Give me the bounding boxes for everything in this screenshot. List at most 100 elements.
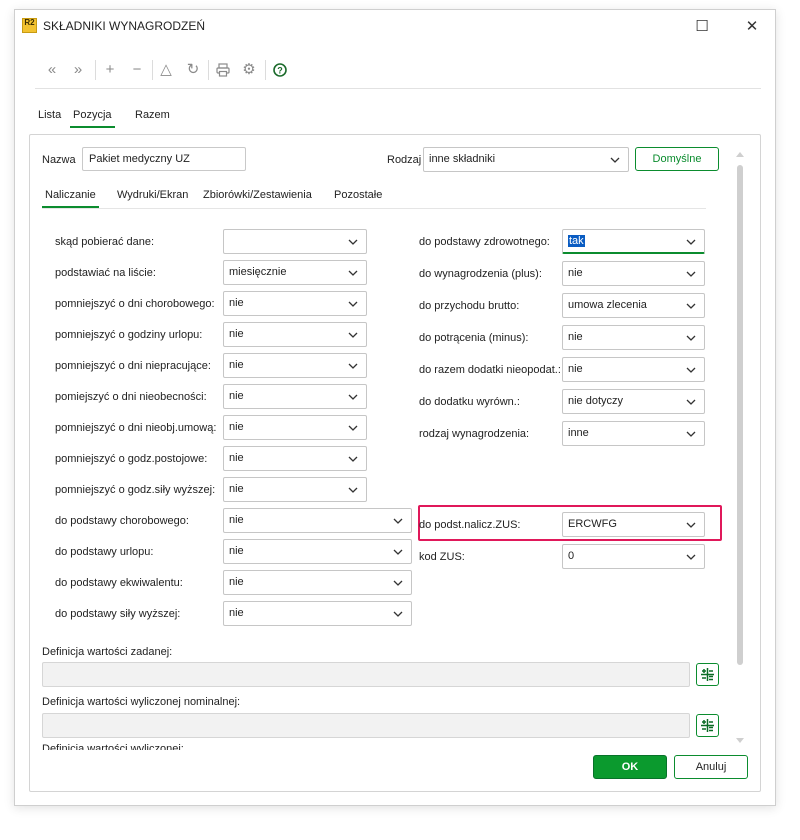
left-field-10-label: do podstawy chorobowego:	[55, 515, 189, 527]
left-field-9-select[interactable]: nie	[223, 477, 367, 502]
left-field-8-select[interactable]: nie	[223, 446, 367, 471]
left-field-4-select[interactable]: nie	[223, 322, 367, 347]
chevron-down-icon	[348, 332, 358, 338]
scrollbar[interactable]	[734, 149, 746, 747]
chevron-down-icon	[686, 431, 696, 437]
add-icon[interactable]: +	[99, 57, 121, 83]
subtab-zbiorowki[interactable]: Zbiorówki/Zestawienia	[200, 187, 315, 208]
ok-button[interactable]: OK	[593, 755, 667, 779]
window-title: SKŁADNIKI WYNAGRODZEŃ	[43, 19, 206, 33]
left-field-10-select[interactable]: nie	[223, 508, 412, 533]
right-field-7-select[interactable]: inne	[562, 421, 705, 446]
right-field-2-value: nie	[568, 267, 583, 279]
right-field-6-label: do dodatku wyrówn.:	[419, 396, 520, 408]
right-field-4-label: do potrącenia (minus):	[419, 332, 529, 344]
type-select-value: inne składniki	[429, 153, 496, 165]
left-field-6-select[interactable]: nie	[223, 384, 367, 409]
left-field-12-select[interactable]: nie	[223, 570, 412, 595]
svg-text:?: ?	[277, 66, 283, 76]
zus-field-1-select[interactable]: ERCWFG	[562, 512, 705, 537]
left-field-11-value: nie	[229, 545, 244, 557]
cancel-button[interactable]: Anuluj	[674, 755, 748, 779]
zus-field-1-label: do podst.nalicz.ZUS:	[419, 519, 521, 531]
left-field-1-label: skąd pobierać dane:	[55, 236, 155, 248]
right-field-3-select[interactable]: umowa zlecenia	[562, 293, 705, 318]
left-field-13-value: nie	[229, 607, 244, 619]
definition-nominal-label: Definicja wartości wyliczonej nominalnej…	[42, 696, 241, 708]
chevron-down-icon	[686, 399, 696, 405]
left-field-2-value: miesięcznie	[229, 266, 287, 278]
scrollbar-thumb[interactable]	[737, 165, 743, 665]
title-bar: R2 SKŁADNIKI WYNAGRODZEŃ ☐ ✕	[15, 10, 775, 44]
scroll-down-icon[interactable]	[736, 738, 744, 744]
chevron-down-icon	[686, 554, 696, 560]
toolbar-divider	[265, 60, 266, 80]
chevron-down-icon	[348, 270, 358, 276]
refresh-icon[interactable]: ↻	[182, 57, 204, 83]
chevron-down-icon	[610, 157, 620, 163]
dialog-window: R2 SKŁADNIKI WYNAGRODZEŃ ☐ ✕ « » + − △ ↻…	[14, 9, 776, 806]
warning-icon[interactable]: △	[155, 57, 177, 83]
chevron-down-icon	[686, 303, 696, 309]
definition-nominal-input[interactable]	[42, 713, 690, 738]
left-field-6-value: nie	[229, 390, 244, 402]
right-field-6-select[interactable]: nie dotyczy	[562, 389, 705, 414]
print-icon[interactable]	[212, 57, 234, 83]
right-field-4-value: nie	[568, 331, 583, 343]
left-field-13-select[interactable]: nie	[223, 601, 412, 626]
right-field-3-value: umowa zlecenia	[568, 299, 647, 311]
tab-lista[interactable]: Lista	[35, 106, 64, 128]
name-label: Nazwa	[42, 154, 76, 166]
left-field-3-select[interactable]: nie	[223, 291, 367, 316]
settings-icon[interactable]: ⚙	[238, 57, 260, 83]
defaults-button[interactable]: Domyślne	[635, 147, 719, 171]
left-field-10-value: nie	[229, 514, 244, 526]
right-field-5-select[interactable]: nie	[562, 357, 705, 382]
left-field-2-select[interactable]: miesięcznie	[223, 260, 367, 285]
zus-field-2-select[interactable]: 0	[562, 544, 705, 569]
left-field-9-value: nie	[229, 483, 244, 495]
left-field-9-label: pomniejszyć o godz.siły wyższej:	[55, 484, 216, 496]
chevron-down-icon	[393, 549, 403, 555]
close-icon[interactable]: ✕	[739, 16, 765, 38]
right-field-6-value: nie dotyczy	[568, 395, 624, 407]
left-field-5-select[interactable]: nie	[223, 353, 367, 378]
subtab-naliczanie[interactable]: Naliczanie	[42, 187, 99, 208]
right-field-7-value: inne	[568, 427, 589, 439]
subtab-wydruki[interactable]: Wydruki/Ekran	[114, 187, 191, 208]
name-field[interactable]: Pakiet medyczny UZ	[82, 147, 246, 171]
calculator-icon[interactable]	[696, 714, 719, 737]
chevron-down-icon	[348, 239, 358, 245]
remove-icon[interactable]: −	[126, 57, 148, 83]
zus-field-1-value: ERCWFG	[568, 518, 617, 530]
left-field-5-label: pomniejszyć o dni niepracujące:	[55, 360, 211, 372]
type-select[interactable]: inne składniki	[423, 147, 629, 172]
left-field-7-select[interactable]: nie	[223, 415, 367, 440]
right-field-5-value: nie	[568, 363, 583, 375]
calculator-icon[interactable]	[696, 663, 719, 686]
definition-target-input[interactable]	[42, 662, 690, 687]
chevron-down-icon	[348, 394, 358, 400]
help-icon[interactable]: ?	[269, 57, 291, 83]
last-icon[interactable]: »	[67, 57, 89, 83]
chevron-down-icon	[686, 271, 696, 277]
chevron-down-icon	[686, 335, 696, 341]
subtab-pozostale[interactable]: Pozostałe	[331, 187, 385, 208]
tab-pozycja[interactable]: Pozycja	[70, 106, 115, 128]
right-field-4-select[interactable]: nie	[562, 325, 705, 350]
toolbar-divider	[208, 60, 209, 80]
tab-razem[interactable]: Razem	[132, 106, 173, 128]
right-field-1-select[interactable]: tak	[562, 229, 705, 254]
right-field-2-select[interactable]: nie	[562, 261, 705, 286]
left-field-1-select[interactable]	[223, 229, 367, 254]
maximize-icon[interactable]: ☐	[689, 16, 715, 38]
left-field-11-select[interactable]: nie	[223, 539, 412, 564]
chevron-down-icon	[686, 239, 696, 245]
scroll-up-icon[interactable]	[736, 151, 744, 157]
left-field-8-label: pomniejszyć o godz.postojowe:	[55, 453, 208, 465]
first-icon[interactable]: «	[41, 57, 63, 83]
left-field-4-label: pomniejszyć o godziny urlopu:	[55, 329, 203, 341]
zus-field-2-label: kod ZUS:	[419, 551, 465, 563]
left-field-7-label: pomniejszyć o dni nieobj.umową:	[55, 422, 217, 434]
zus-field-2-value: 0	[568, 550, 575, 562]
